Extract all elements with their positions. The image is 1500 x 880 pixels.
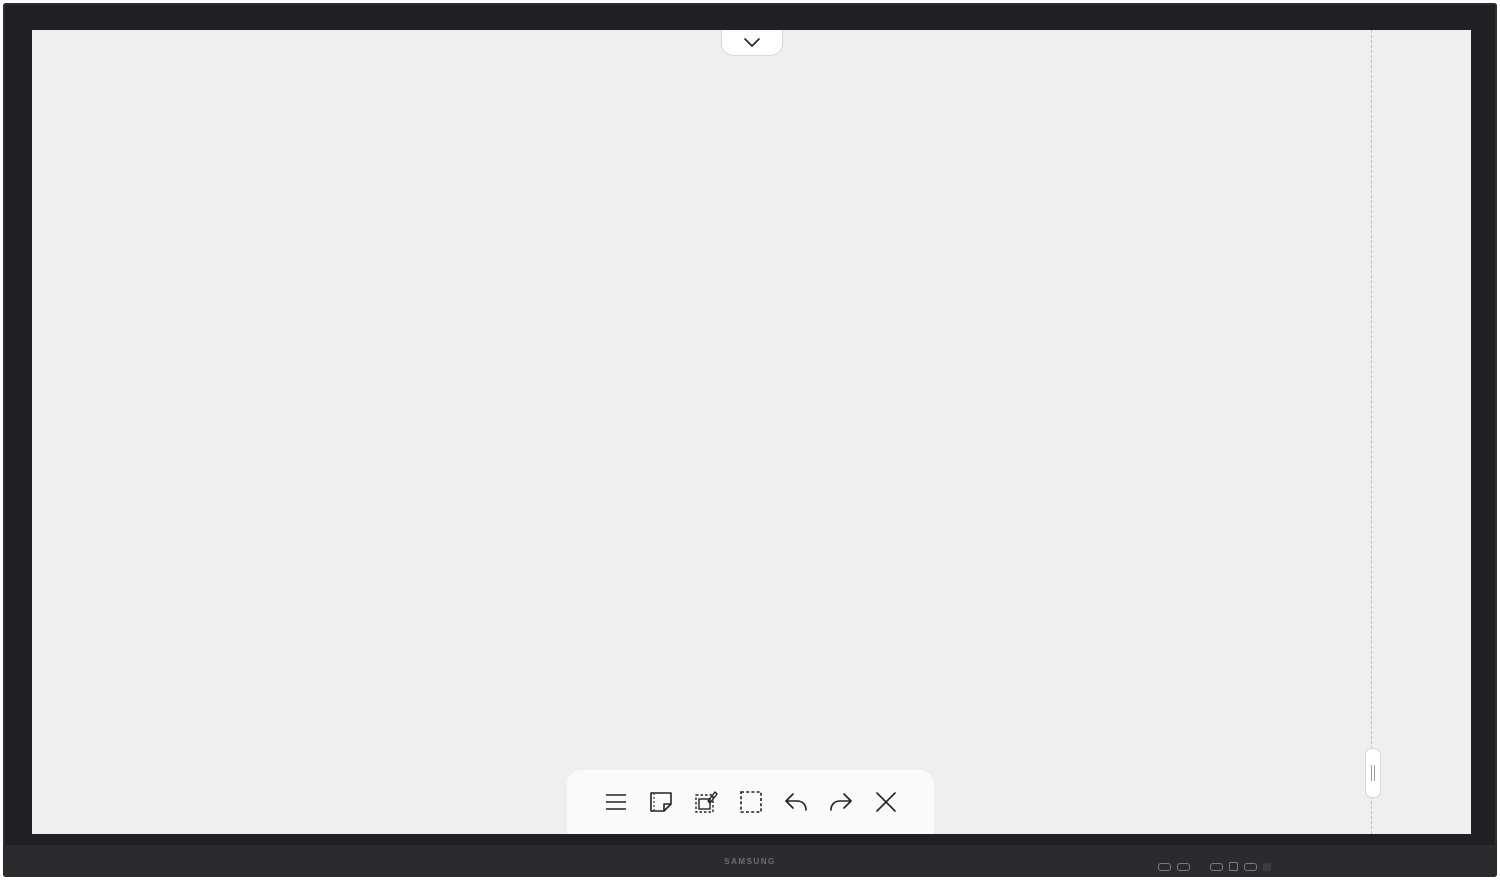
page-boundary-line xyxy=(1371,30,1372,834)
sticky-note-icon xyxy=(649,792,672,812)
hardware-button[interactable] xyxy=(1177,862,1190,871)
hardware-button[interactable] xyxy=(1210,862,1223,871)
whiteboard-canvas[interactable] xyxy=(32,30,1471,834)
undo-icon xyxy=(784,793,807,811)
hardware-controls xyxy=(1158,862,1271,871)
hardware-button[interactable] xyxy=(1158,862,1171,871)
menu-button[interactable] xyxy=(602,788,630,816)
close-button[interactable] xyxy=(872,788,900,816)
sticky-note-button[interactable] xyxy=(647,788,675,816)
brand-logo: SAMSUNG xyxy=(724,857,776,866)
hardware-button[interactable] xyxy=(1244,862,1257,871)
undo-button[interactable] xyxy=(782,788,810,816)
import-button[interactable] xyxy=(692,788,720,816)
top-panel-toggle[interactable] xyxy=(721,30,783,56)
redo-button[interactable] xyxy=(827,788,855,816)
menu-icon xyxy=(605,794,626,810)
bottom-toolbar xyxy=(567,770,934,834)
redo-icon xyxy=(829,793,852,811)
select-icon xyxy=(739,791,762,813)
select-button[interactable] xyxy=(737,788,765,816)
drag-handle-icon xyxy=(1371,765,1375,781)
sensor-indicator xyxy=(1263,862,1271,871)
chevron-down-icon xyxy=(744,37,760,47)
import-icon xyxy=(694,791,718,813)
power-button[interactable] xyxy=(1229,862,1238,871)
side-panel-handle[interactable] xyxy=(1365,748,1381,798)
close-icon xyxy=(875,792,896,812)
